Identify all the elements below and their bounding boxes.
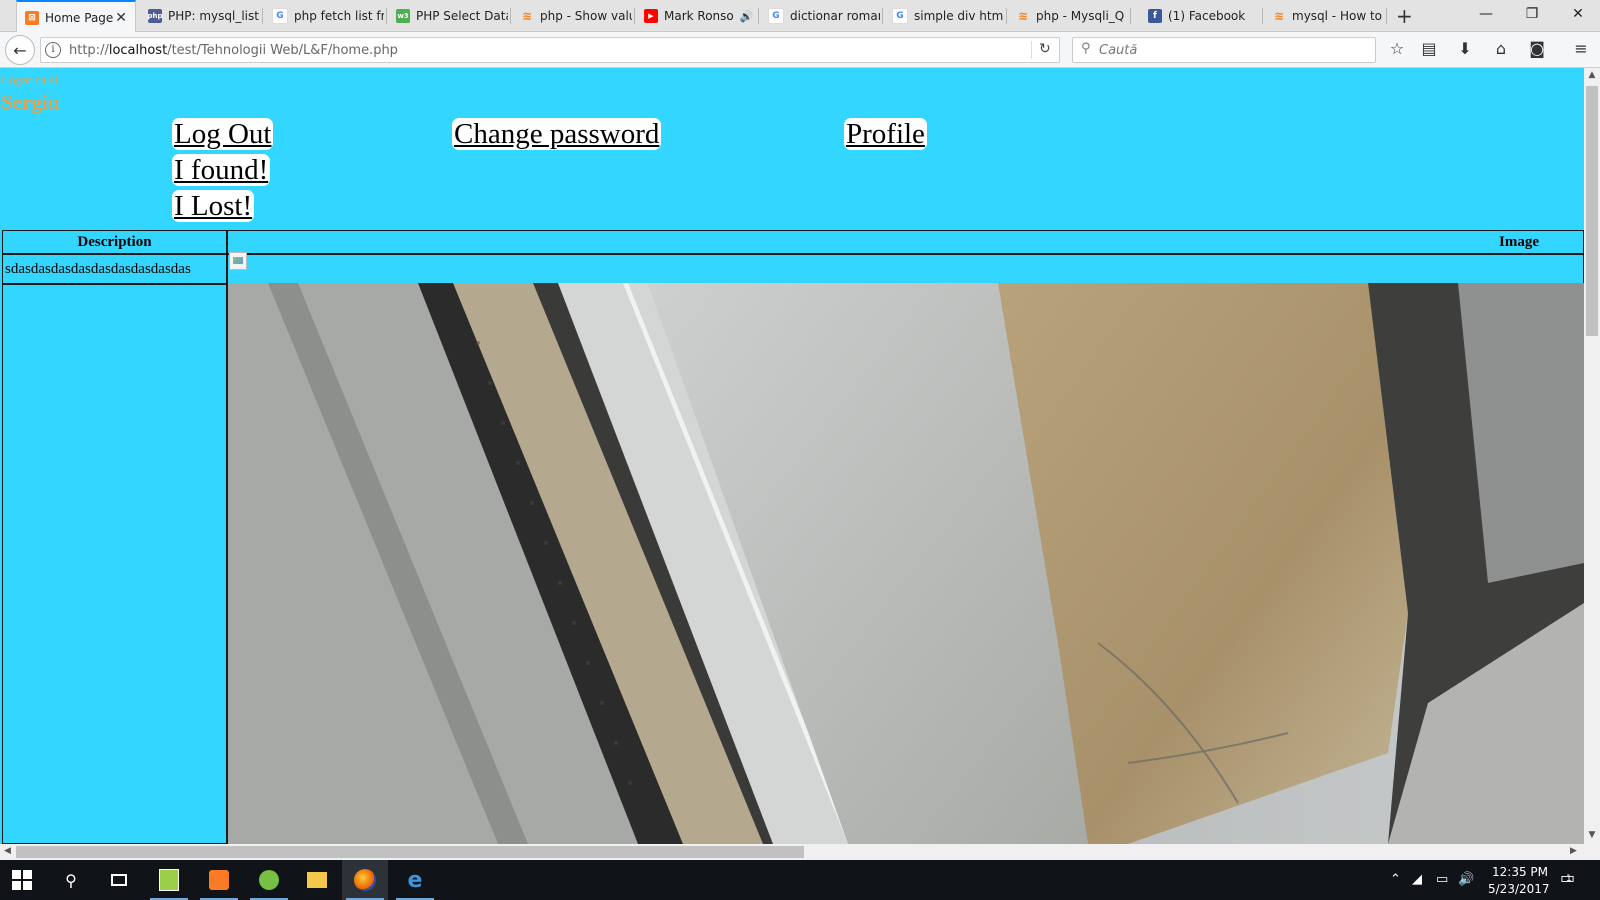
- volume-icon[interactable]: 🔊: [1458, 872, 1474, 887]
- tab-dictionar-roman[interactable]: G dictionar roman: [760, 0, 880, 32]
- back-arrow-icon: ←: [13, 40, 27, 60]
- scroll-up-icon[interactable]: ▲: [1584, 70, 1600, 80]
- notification-count: 1: [1566, 874, 1572, 884]
- reading-list-icon[interactable]: ▤: [1418, 39, 1440, 58]
- description-header: Description: [2, 230, 227, 254]
- image-header: Image: [227, 230, 1584, 254]
- scroll-left-icon[interactable]: ◀: [4, 846, 11, 856]
- tab-php-mysqli-query[interactable]: ≋ php - Mysqli_Q: [1008, 0, 1128, 32]
- url-bar[interactable]: i http://localhost/test/Tehnologii Web/L…: [40, 37, 1060, 63]
- search-placeholder: Caută: [1099, 43, 1138, 58]
- horizontal-scroll-thumb[interactable]: [16, 846, 804, 858]
- logged-in-label: Logat ca si: [1, 72, 59, 87]
- i-found-link[interactable]: I found!: [172, 154, 271, 186]
- notepad-plus-icon[interactable]: [146, 860, 192, 900]
- image-cell: [227, 254, 1584, 284]
- tab-mysql-how-to[interactable]: ≋ mysql - How to: [1264, 0, 1384, 32]
- empty-description-cell: [2, 284, 227, 844]
- uploaded-photo: [228, 283, 1584, 844]
- tab-php-mysql-list[interactable]: php PHP: mysql_list: [140, 0, 260, 32]
- page-viewport: Logat ca si Sergiu Log Out Change passwo…: [0, 68, 1584, 844]
- tab-label: mysql - How to: [1292, 9, 1382, 23]
- url-text[interactable]: http://localhost/test/Tehnologii Web/L&F…: [69, 43, 398, 58]
- windows-taskbar: ⚲ e ⌃ ◢ ▭ 🔊 12:35 PM 5/23/2017 ▭ 1: [0, 860, 1600, 900]
- stackoverflow-icon: ≋: [1273, 9, 1285, 23]
- tab-label: PHP Select Data: [416, 9, 508, 23]
- profile-link[interactable]: Profile: [844, 118, 927, 150]
- file-explorer-icon[interactable]: [294, 860, 340, 900]
- utorrent-icon[interactable]: [246, 860, 292, 900]
- vertical-scrollbar[interactable]: ▲ ▼: [1584, 68, 1600, 844]
- google-icon: G: [768, 8, 784, 24]
- xampp-icon: ⊠: [25, 10, 39, 25]
- logout-link[interactable]: Log Out: [172, 118, 274, 150]
- tab-label: php fetch list fro: [294, 9, 384, 23]
- scroll-down-icon[interactable]: ▼: [1584, 830, 1600, 840]
- tab-label: Home Page: [45, 10, 114, 25]
- php-icon: php: [148, 9, 163, 23]
- restore-button[interactable]: ❐: [1512, 6, 1552, 22]
- scroll-right-icon[interactable]: ▶: [1570, 846, 1577, 856]
- search-icon: ⚲: [1081, 41, 1091, 56]
- download-icon[interactable]: ⬇: [1454, 39, 1476, 58]
- tab-label: php - Mysqli_Q: [1036, 9, 1125, 23]
- close-tab-icon[interactable]: ✕: [115, 10, 127, 26]
- tab-label: Mark Ronso: [664, 9, 734, 23]
- search-taskbar-icon[interactable]: ⚲: [48, 860, 94, 900]
- tab-php-fetch-list[interactable]: G php fetch list fro: [264, 0, 384, 32]
- info-icon[interactable]: i: [45, 42, 61, 58]
- horizontal-scrollbar[interactable]: ◀ ▶: [0, 844, 1584, 860]
- new-tab-button[interactable]: +: [1396, 4, 1413, 28]
- clock-time[interactable]: 12:35 PM: [1492, 865, 1548, 879]
- tab-php-show-value[interactable]: ≋ php - Show valu: [512, 0, 632, 32]
- url-prefix: http://: [69, 43, 109, 58]
- tab-label: (1) Facebook: [1168, 9, 1246, 23]
- battery-icon[interactable]: ▭: [1436, 872, 1448, 887]
- change-password-link[interactable]: Change password: [452, 118, 662, 150]
- speaker-icon[interactable]: 🔊: [740, 10, 754, 23]
- tab-label: dictionar roman: [790, 9, 880, 23]
- tab-simple-div-html[interactable]: G simple div html: [884, 0, 1004, 32]
- google-icon: G: [892, 8, 908, 24]
- tab-mark-ronson[interactable]: ▶ Mark Ronso 🔊: [636, 0, 756, 32]
- pocket-icon[interactable]: ◙: [1526, 39, 1548, 58]
- google-icon: G: [272, 8, 288, 24]
- youtube-icon: ▶: [644, 9, 658, 23]
- url-path: /test/Tehnologii Web/L&F/home.php: [167, 43, 398, 58]
- search-bar[interactable]: ⚲ Caută: [1072, 37, 1376, 63]
- tab-label: simple div html: [914, 9, 1004, 23]
- back-button[interactable]: ←: [5, 35, 35, 65]
- tab-label: PHP: mysql_list: [168, 9, 259, 23]
- broken-image-icon: [229, 252, 247, 270]
- firefox-icon[interactable]: [342, 860, 388, 900]
- close-window-button[interactable]: ✕: [1558, 6, 1598, 22]
- description-cell: sdasdasdasdasdasdasdasdasdas: [2, 254, 227, 284]
- vertical-scroll-thumb[interactable]: [1586, 86, 1598, 336]
- tab-facebook[interactable]: f (1) Facebook: [1140, 0, 1260, 32]
- navigation-toolbar: ← i http://localhost/test/Tehnologii Web…: [0, 32, 1600, 68]
- stackoverflow-icon: ≋: [521, 9, 533, 23]
- tab-strip: ⊠ Home Page ✕ php PHP: mysql_list G php …: [0, 0, 1600, 33]
- username: Sergiu: [1, 90, 60, 114]
- i-lost-link[interactable]: I Lost!: [172, 190, 255, 222]
- tab-php-select-data[interactable]: w3 PHP Select Data: [388, 0, 508, 32]
- w3schools-icon: w3: [396, 9, 410, 23]
- tab-home-page[interactable]: ⊠ Home Page ✕: [16, 0, 136, 33]
- tab-label: php - Show valu: [540, 9, 632, 23]
- minimize-button[interactable]: —: [1466, 6, 1506, 22]
- clock-date[interactable]: 5/23/2017: [1488, 882, 1550, 896]
- url-host: localhost: [108, 43, 168, 58]
- show-hidden-icons-icon[interactable]: ⌃: [1390, 872, 1401, 887]
- bookmark-star-icon[interactable]: ☆: [1386, 39, 1408, 58]
- wifi-icon[interactable]: ◢: [1412, 872, 1422, 887]
- task-view-icon[interactable]: [96, 860, 142, 900]
- home-icon[interactable]: ⌂: [1490, 39, 1512, 58]
- edge-icon[interactable]: e: [392, 860, 438, 900]
- menu-icon[interactable]: ≡: [1570, 39, 1592, 58]
- reload-icon[interactable]: ↻: [1039, 41, 1051, 57]
- windows-start-icon[interactable]: [12, 870, 32, 890]
- xampp-taskbar-icon[interactable]: [196, 860, 242, 900]
- stackoverflow-icon: ≋: [1017, 9, 1029, 23]
- facebook-icon: f: [1148, 9, 1162, 23]
